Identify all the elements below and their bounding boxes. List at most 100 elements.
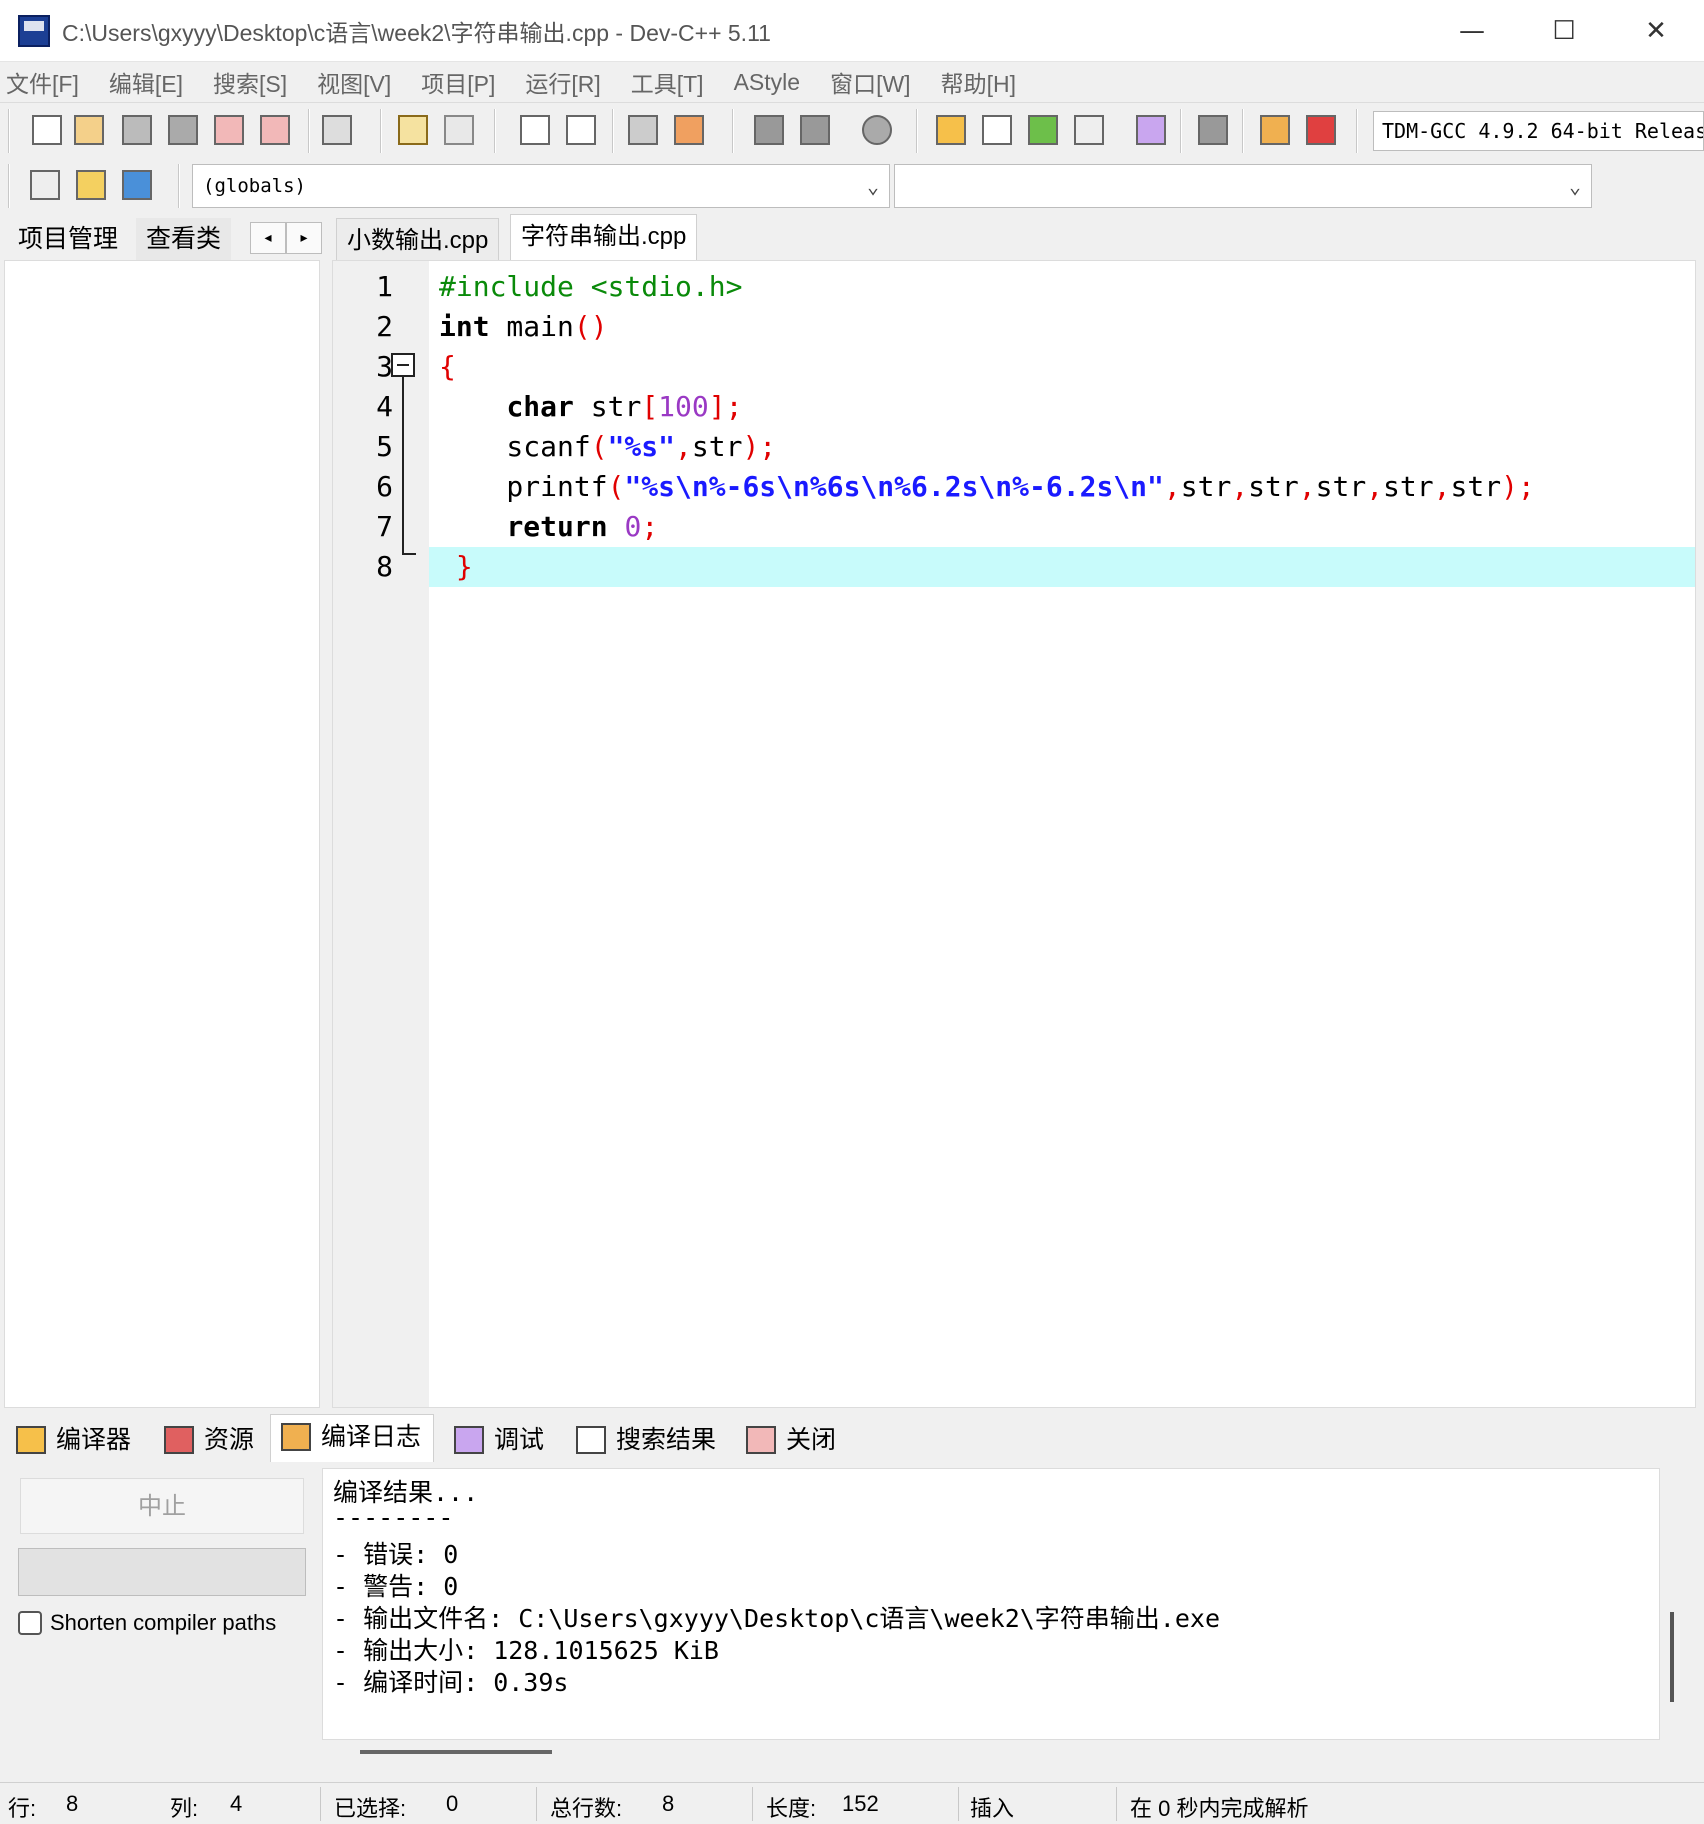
- log-line: - 警告: 0: [333, 1572, 459, 1601]
- new-file-icon[interactable]: [32, 115, 62, 145]
- menu-search[interactable]: 搜索[S]: [213, 65, 287, 99]
- forward-icon[interactable]: [800, 115, 830, 145]
- scope-combo-value: (globals): [203, 175, 306, 197]
- menu-edit[interactable]: 编辑[E]: [109, 65, 183, 99]
- tab-resources[interactable]: 资源: [154, 1418, 266, 1462]
- menu-run[interactable]: 运行[R]: [525, 65, 600, 99]
- code-token: str: [1383, 470, 1434, 503]
- toolbar-separator: [494, 109, 496, 153]
- shorten-paths-checkbox[interactable]: [18, 1611, 42, 1635]
- compile-icon[interactable]: [936, 115, 966, 145]
- save-icon[interactable]: [122, 115, 152, 145]
- code-token: str: [1315, 470, 1367, 503]
- open-file-icon[interactable]: [74, 115, 104, 145]
- toolbar-separator: [8, 109, 10, 153]
- run-icon[interactable]: [982, 115, 1012, 145]
- menu-tools[interactable]: 工具[T]: [631, 65, 704, 99]
- log-line: --------: [333, 1503, 454, 1532]
- code-line: return 0;: [429, 507, 1695, 547]
- code-token: [: [641, 390, 659, 423]
- rebuild-icon[interactable]: [1074, 115, 1104, 145]
- code-token: char: [506, 390, 574, 423]
- close-file-icon[interactable]: [214, 115, 244, 145]
- tab-project-manager[interactable]: 项目管理: [8, 218, 128, 260]
- unindent-icon[interactable]: [674, 115, 704, 145]
- code-token: #include <stdio.h>: [439, 270, 743, 303]
- menu-bar: 文件[F] 编辑[E] 搜索[S] 视图[V] 项目[P] 运行[R] 工具[T…: [0, 62, 1704, 102]
- log-line: - 输出大小: 128.1015625 KiB: [333, 1636, 719, 1665]
- shorten-paths-option[interactable]: Shorten compiler paths: [18, 1610, 276, 1636]
- code-token: main: [489, 310, 574, 343]
- tab-class-browser[interactable]: 查看类: [136, 218, 232, 260]
- indent-icon[interactable]: [628, 115, 658, 145]
- close-all-icon[interactable]: [260, 115, 290, 145]
- status-selected-value: 0: [446, 1791, 459, 1816]
- status-col-value: 4: [230, 1791, 243, 1816]
- toolbar-separator: [380, 109, 382, 153]
- shorten-paths-label: Shorten compiler paths: [50, 1610, 277, 1635]
- menu-help[interactable]: 帮助[H]: [941, 65, 1016, 99]
- tab-compile-log[interactable]: 编译日志: [270, 1414, 435, 1462]
- menu-astyle[interactable]: AStyle: [734, 69, 800, 96]
- code-token: ;: [641, 510, 659, 543]
- log-vertical-scrollbar[interactable]: [1670, 1612, 1674, 1702]
- compiler-select[interactable]: TDM-GCC 4.9.2 64-bit Release: [1373, 111, 1704, 151]
- tab-debug[interactable]: 调试: [444, 1418, 556, 1462]
- tab-file-string-output[interactable]: 字符串输出.cpp: [510, 214, 698, 262]
- redo-icon[interactable]: [444, 115, 474, 145]
- compile-log-text[interactable]: 编译结果... -------- - 错误: 0 - 警告: 0 - 输出文件名…: [322, 1468, 1660, 1740]
- close-button[interactable]: ✕: [1610, 0, 1702, 62]
- window-title: C:\Users\gxyyy\Desktop\c语言\week2\字符串输出.c…: [62, 19, 771, 46]
- bottom-panel-tabs: 编译器 资源 编译日志 调试 搜索结果 关闭: [0, 1414, 1704, 1462]
- menu-file[interactable]: 文件[F]: [6, 65, 79, 99]
- compile-run-icon[interactable]: [1028, 115, 1058, 145]
- tab-search-results[interactable]: 搜索结果: [566, 1418, 728, 1462]
- tab-label: 编译器: [56, 1426, 132, 1454]
- fold-collapse-icon[interactable]: [391, 353, 415, 377]
- checkmark-icon: [454, 1426, 484, 1454]
- tab-label: 编译日志: [321, 1423, 422, 1451]
- toggle-bookmark-icon[interactable]: [862, 115, 892, 145]
- maximize-button[interactable]: ☐: [1518, 0, 1610, 62]
- menu-window[interactable]: 窗口[W]: [830, 65, 911, 99]
- toolbar-separator: [1356, 109, 1358, 153]
- new-project-icon[interactable]: [30, 170, 60, 200]
- project-tree-panel[interactable]: [4, 260, 320, 1408]
- add-to-project-icon[interactable]: [76, 170, 106, 200]
- tab-compiler[interactable]: 编译器: [6, 1418, 143, 1462]
- code-token: }: [439, 550, 473, 583]
- toolbar-separator: [8, 164, 10, 208]
- syntax-check-icon[interactable]: [1136, 115, 1166, 145]
- code-token: 0: [624, 510, 642, 543]
- find-icon[interactable]: [520, 115, 550, 145]
- remove-from-project-icon[interactable]: [122, 170, 152, 200]
- undo-icon[interactable]: [398, 115, 428, 145]
- menu-project[interactable]: 项目[P]: [421, 65, 495, 99]
- tab-close[interactable]: 关闭: [736, 1418, 848, 1462]
- profile-icon[interactable]: [1260, 115, 1290, 145]
- minimize-button[interactable]: —: [1426, 0, 1518, 62]
- status-separator: [752, 1787, 753, 1821]
- menu-view[interactable]: 视图[V]: [317, 65, 391, 99]
- status-separator: [320, 1787, 321, 1821]
- tab-file-decimal-output[interactable]: 小数输出.cpp: [336, 218, 500, 262]
- scope-combo[interactable]: (globals) ⌄: [192, 164, 890, 208]
- symbol-combo[interactable]: ⌄: [894, 164, 1592, 208]
- abort-button[interactable]: 中止: [20, 1478, 304, 1534]
- chevron-down-icon: ⌄: [866, 174, 879, 198]
- code-area[interactable]: #include <stdio.h> int main() { char str…: [429, 261, 1695, 1407]
- replace-icon[interactable]: [566, 115, 596, 145]
- back-icon[interactable]: [754, 115, 784, 145]
- code-editor[interactable]: 1 2 3 4 5 6 7 8 #include <stdio.h> int m…: [332, 260, 1696, 1408]
- tab-scroll-left-icon[interactable]: ◂: [250, 222, 286, 254]
- tab-scroll-right-icon[interactable]: ▸: [286, 222, 322, 254]
- line-number: 8: [376, 550, 393, 583]
- status-row-value: 8: [66, 1791, 79, 1816]
- magnifier-icon: [576, 1426, 606, 1454]
- log-horizontal-scrollbar[interactable]: [360, 1750, 552, 1754]
- save-all-icon[interactable]: [168, 115, 198, 145]
- stop-icon[interactable]: [1198, 115, 1228, 145]
- print-icon[interactable]: [322, 115, 352, 145]
- delete-profile-icon[interactable]: [1306, 115, 1336, 145]
